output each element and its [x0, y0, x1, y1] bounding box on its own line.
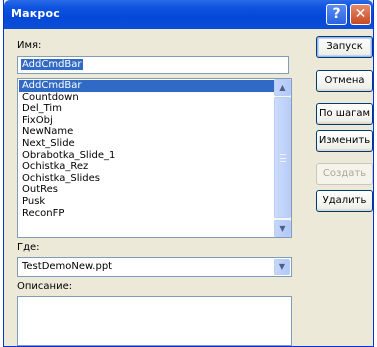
macro-list-item[interactable]: Next_Slide: [19, 138, 275, 150]
macro-list-item[interactable]: NewName: [19, 126, 275, 138]
macro-list-item[interactable]: FixObj: [19, 115, 275, 127]
macro-list[interactable]: AddCmdBar Countdown Del_Tim FixObj NewName Ne…: [17, 78, 292, 238]
run-button[interactable]: Запуск: [316, 36, 373, 58]
step-into-button[interactable]: По шагам: [316, 103, 373, 125]
macro-list-item[interactable]: Ochistka_Rez: [19, 161, 275, 173]
macro-name-value: AddCmdBar: [21, 59, 83, 70]
close-icon: ✕: [354, 6, 367, 22]
question-mark-icon: ?: [332, 6, 341, 22]
delete-button[interactable]: Удалить: [316, 190, 373, 212]
name-label: Имя:: [17, 40, 42, 51]
list-scrollbar[interactable]: ▲ ▼: [274, 79, 291, 237]
title-bar[interactable]: Макрос ? ✕: [4, 0, 373, 29]
macro-list-item[interactable]: OutRes: [19, 184, 275, 196]
macro-list-items: AddCmdBar Countdown Del_Tim FixObj NewName Ne…: [19, 80, 275, 219]
macro-list-item[interactable]: ReconFP: [19, 208, 275, 220]
grip-icon: [280, 154, 286, 162]
help-button[interactable]: ?: [326, 4, 347, 25]
create-button: Создать: [316, 163, 373, 185]
macro-list-item[interactable]: AddCmdBar: [19, 80, 275, 92]
scroll-down-arrow-icon[interactable]: ▼: [274, 220, 291, 237]
where-label: Где:: [17, 242, 40, 253]
where-select-value: TestDemoNew.ppt: [22, 261, 113, 272]
window-title: Макрос: [11, 7, 60, 20]
scroll-up-arrow-icon[interactable]: ▲: [274, 79, 291, 96]
chevron-down-icon[interactable]: ▼: [274, 259, 290, 275]
macro-list-item[interactable]: Pusk: [19, 196, 275, 208]
macro-list-item[interactable]: Ochistka_Slides: [19, 173, 275, 185]
macro-list-item[interactable]: Countdown: [19, 92, 275, 104]
close-button[interactable]: ✕: [350, 4, 371, 25]
description-box: [17, 296, 292, 346]
scrollbar-thumb[interactable]: [274, 97, 291, 218]
macro-dialog: Макрос ? ✕ Имя: AddCmdBar AddCmdBar Count…: [3, 0, 374, 347]
description-label: Описание:: [17, 281, 73, 292]
cancel-button[interactable]: Отмена: [316, 70, 373, 92]
macro-name-input[interactable]: AddCmdBar: [17, 56, 289, 74]
edit-button[interactable]: Изменить: [316, 130, 373, 152]
macro-list-item[interactable]: Obrabotka_Slide_1: [19, 150, 275, 162]
where-select[interactable]: TestDemoNew.ppt ▼: [17, 257, 292, 277]
macro-list-item[interactable]: Del_Tim: [19, 103, 275, 115]
